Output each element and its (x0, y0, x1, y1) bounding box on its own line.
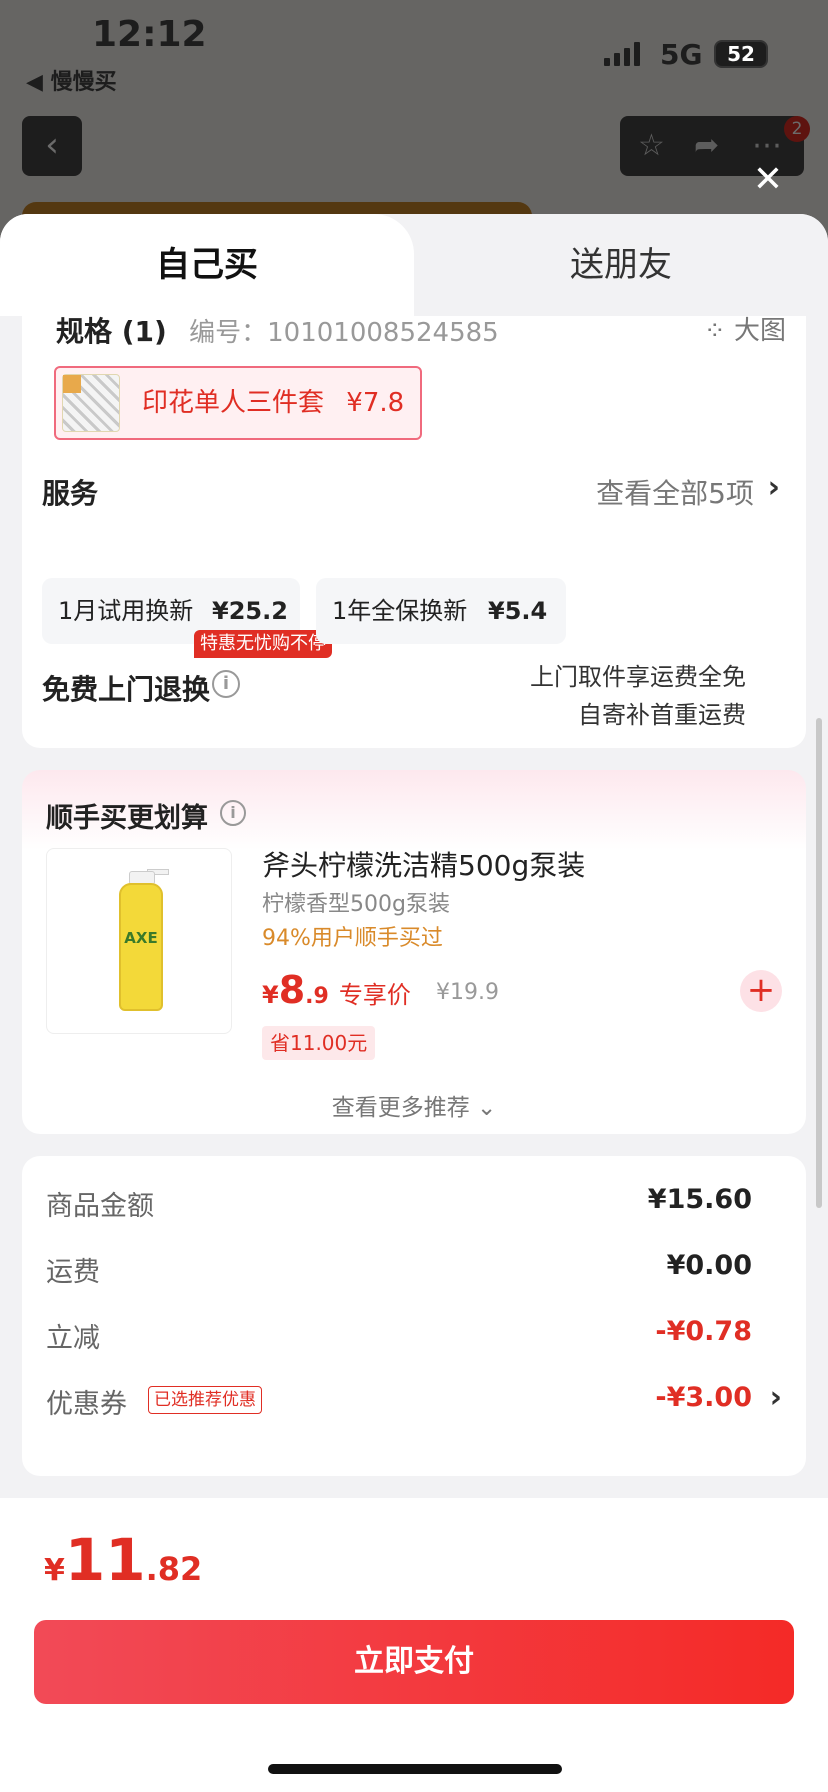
summary-value: ¥0.00 (666, 1250, 752, 1281)
service-option-warranty[interactable]: 1年全保换新 ¥5.4 (316, 578, 566, 644)
price-summary-card: 商品金额 ¥15.60 运费 ¥0.00 立减 -¥0.78 优惠券 已选推荐优… (22, 1156, 806, 1476)
brand-logo: AXE (124, 929, 158, 947)
total-currency: ¥ (44, 1553, 65, 1588)
service-view-all[interactable]: 查看全部5项 (596, 472, 754, 512)
more-recommend-label: 查看更多推荐 (331, 1095, 470, 1121)
grid-icon: ⁘ (703, 316, 734, 346)
tab-bar: 自己买 送朋友 (0, 214, 828, 316)
spec-option-selected[interactable]: 印花单人三件套 ¥7.8 (54, 366, 422, 440)
service-option-name: 1年全保换新 (332, 597, 468, 625)
total-price: ¥11.82 (44, 1526, 202, 1594)
summary-value: -¥3.00 (655, 1382, 752, 1413)
spec-title: 规格 (1) (56, 315, 167, 348)
info-icon[interactable]: i (212, 670, 240, 698)
chevron-right-icon[interactable]: › (770, 1380, 782, 1415)
tab-gift-friend[interactable]: 送朋友 (414, 214, 828, 316)
free-return-title: 免费上门退换 (42, 673, 211, 706)
big-image-label: 大图 (733, 316, 786, 346)
summary-value: -¥0.78 (655, 1316, 752, 1347)
service-promo-badge: 特惠无忧购不停 (194, 630, 332, 658)
summary-row-goods: 商品金额 ¥15.60 (46, 1184, 782, 1228)
free-return-detail: 上门取件享运费全免 自寄补首重运费 (530, 658, 746, 734)
summary-label: 运费 (46, 1257, 100, 1288)
option-name: 印花单人三件套 (142, 388, 325, 418)
free-return-line1: 上门取件享运费全免 (530, 663, 746, 691)
summary-row-discount: 立减 -¥0.78 (46, 1316, 782, 1360)
battery-icon: 52 (714, 40, 768, 68)
option-price: ¥7.8 (346, 388, 405, 418)
product-name[interactable]: 斧头柠檬洗洁精500g泵装 (262, 844, 585, 884)
summary-label: 商品金额 (46, 1191, 154, 1222)
spec-code-label: 编号： (189, 318, 268, 348)
network-label: 5G (660, 38, 703, 71)
chevron-right-icon[interactable]: › (768, 470, 780, 505)
chevron-down-icon: ⌄ (477, 1095, 497, 1121)
recommend-title: 顺手买更划算 (46, 803, 208, 834)
product-price: ¥8.9 专享价 (262, 968, 411, 1018)
more-recommend-button[interactable]: 查看更多推荐 ⌄ (22, 1088, 806, 1122)
service-option-name: 1月试用换新 (58, 597, 194, 625)
free-return-line2: 自寄补首重运费 (578, 701, 746, 729)
summary-row-shipping: 运费 ¥0.00 (46, 1250, 782, 1294)
option-thumbnail (62, 374, 120, 432)
save-amount-tag: 省11.00元 (262, 1026, 376, 1060)
option-label: 印花单人三件套 ¥7.8 (142, 368, 404, 438)
price-integer: 8 (278, 968, 306, 1012)
big-image-button[interactable]: ⁘ 大图 (704, 310, 786, 347)
home-indicator (268, 1764, 562, 1774)
close-icon[interactable]: ✕ (752, 162, 784, 198)
tab-buy-self[interactable]: 自己买 (0, 214, 414, 316)
price-currency: ¥ (262, 981, 279, 1009)
service-option-price: ¥5.4 (488, 597, 548, 625)
summary-value: ¥15.60 (647, 1184, 752, 1215)
total-integer: 11 (64, 1526, 146, 1594)
info-icon[interactable]: i (220, 800, 246, 826)
service-title: 服务 (42, 477, 99, 510)
coupon-status-tag: 已选推荐优惠 (148, 1386, 262, 1414)
scrollbar[interactable] (816, 718, 822, 1208)
checkout-bar: ¥11.82 立即支付 (0, 1498, 828, 1792)
status-time: 12:12 (92, 14, 207, 55)
total-decimal: .82 (145, 1550, 203, 1588)
summary-label: 优惠券 (46, 1389, 127, 1420)
pay-now-button[interactable]: 立即支付 (34, 1620, 794, 1704)
bottle-shape (119, 883, 163, 1011)
recommend-card: 顺手买更划算 i AXE 斧头柠檬洗洁精500g泵装 柠檬香型500g泵装 94… (22, 770, 806, 1134)
signal-icon (604, 40, 644, 66)
product-image[interactable]: AXE (46, 848, 232, 1034)
summary-row-coupon[interactable]: 优惠券 已选推荐优惠 -¥3.00 › (46, 1380, 782, 1426)
product-bought-rate: 94%用户顺手买过 (262, 926, 443, 951)
spec-header: 规格 (1) 编号：10101008524585 ⁘ 大图 (56, 310, 786, 350)
add-item-button[interactable]: + (740, 970, 782, 1012)
original-price: ¥19.9 (436, 980, 499, 1005)
product-spec: 柠檬香型500g泵装 (262, 892, 450, 917)
price-tag: 专享价 (338, 981, 411, 1009)
price-decimal: .9 (305, 984, 329, 1009)
summary-label: 立减 (46, 1323, 100, 1354)
back-to-app[interactable]: ◀ 慢慢买 (26, 64, 117, 96)
spec-code: 10101008524585 (267, 318, 499, 348)
options-card: 规格 (1) 编号：10101008524585 ⁘ 大图 印花单人三件套 ¥7… (22, 315, 806, 748)
